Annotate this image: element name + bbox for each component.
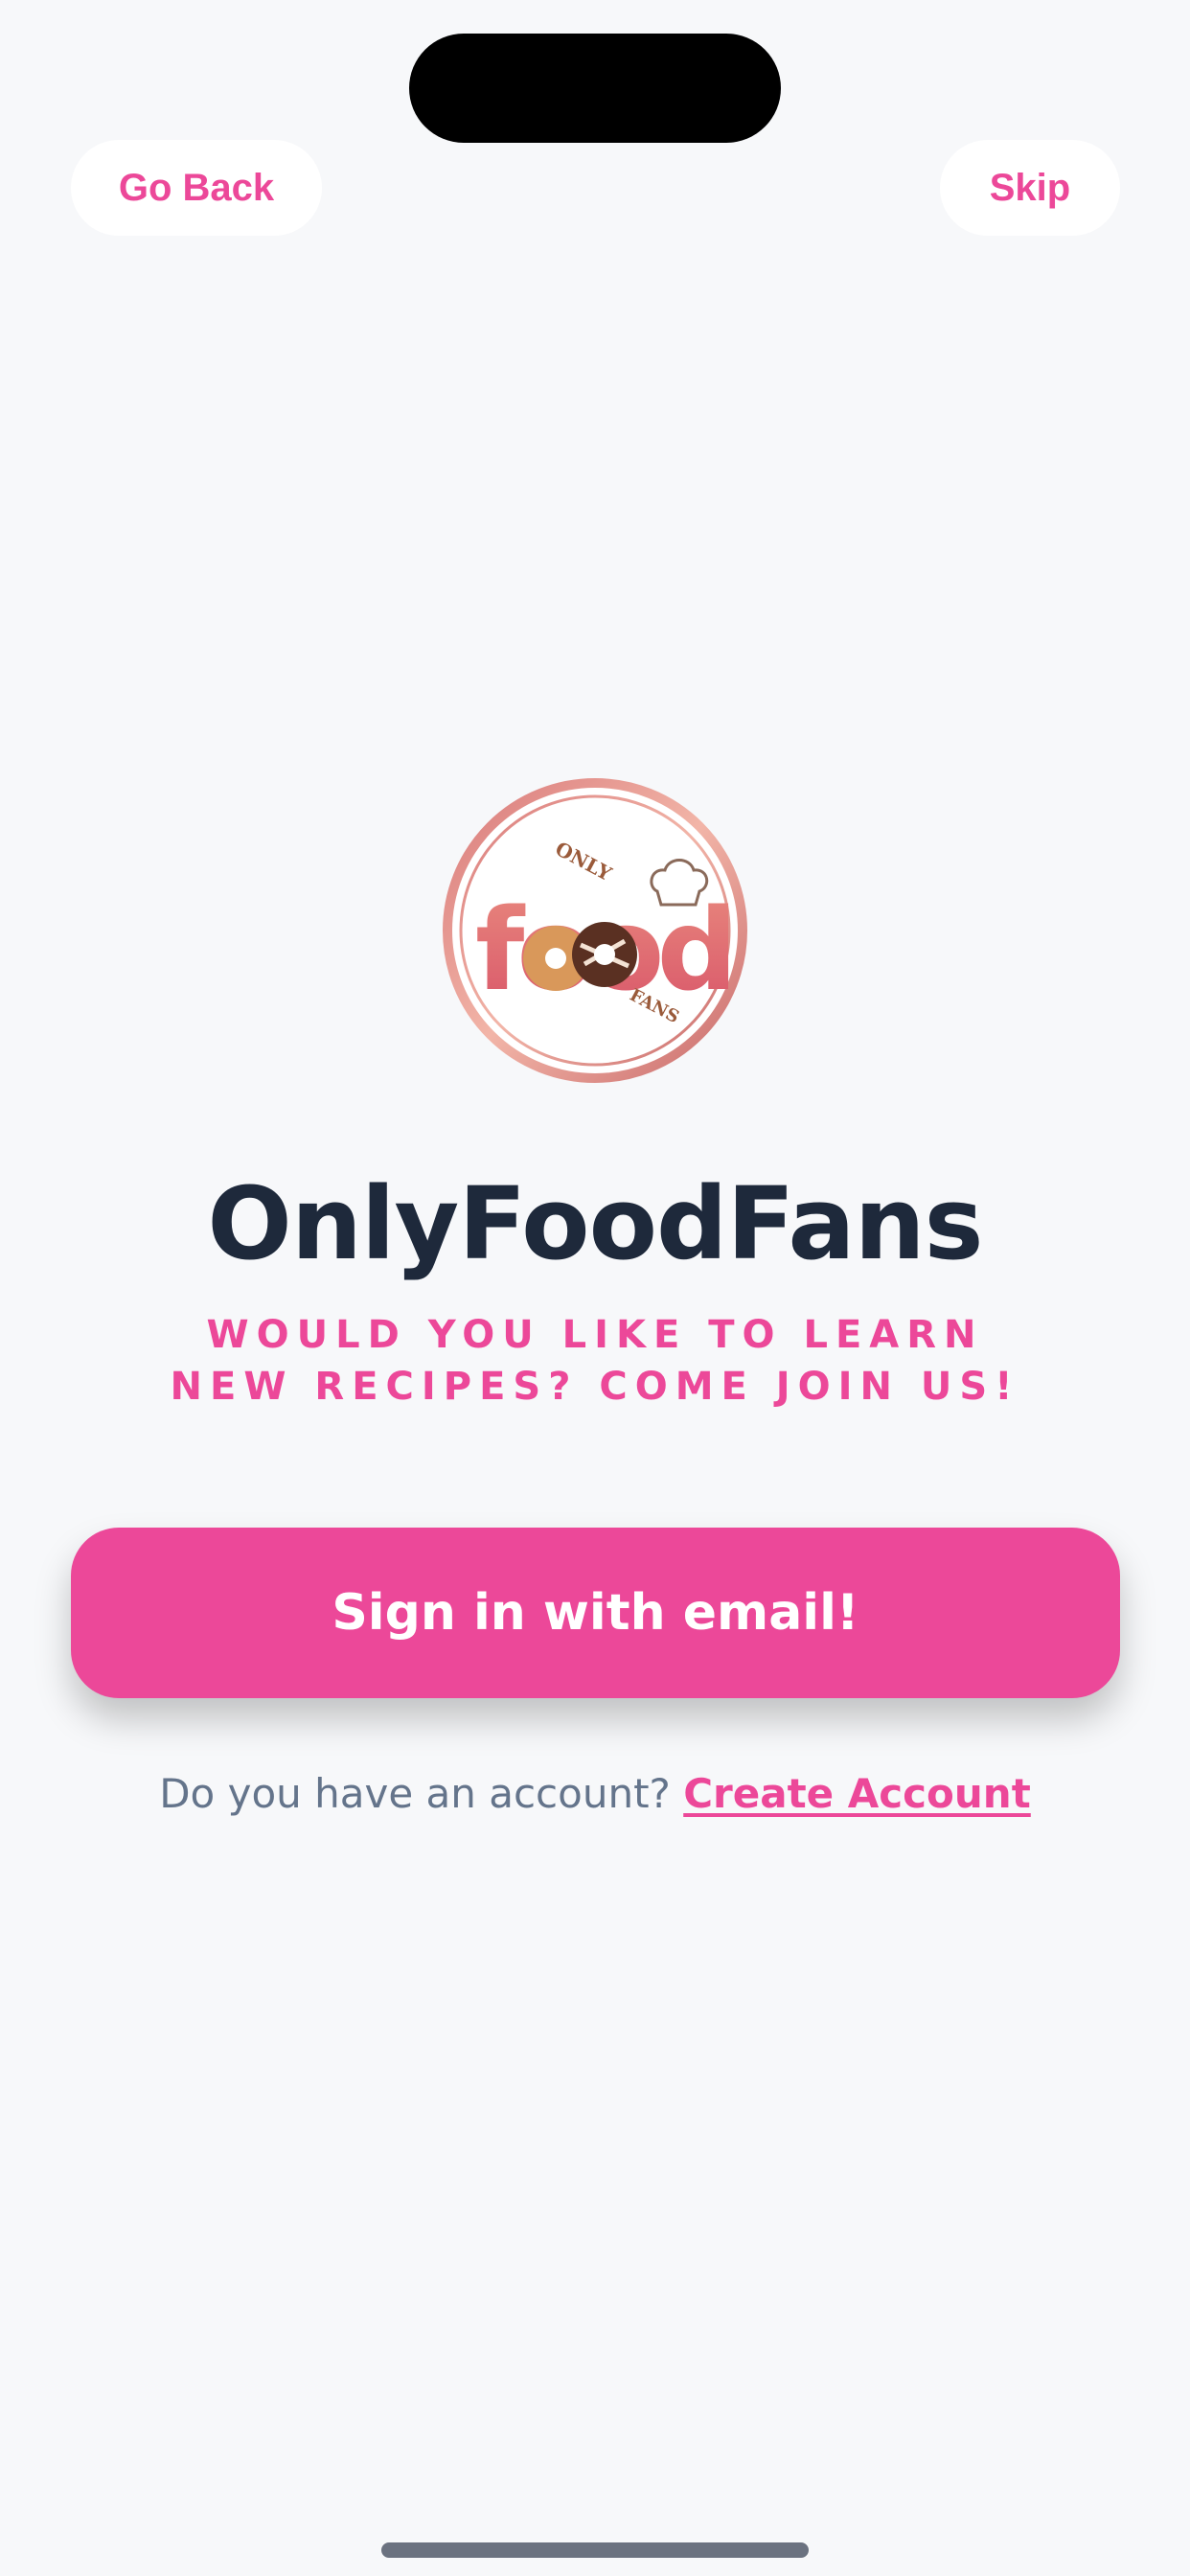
account-prompt-row: Do you have an account? Create Account: [0, 1765, 1190, 1823]
app-tagline: WOULD YOU LIKE TO LEARN NEW RECIPES? COM…: [170, 1313, 1020, 1409]
home-indicator[interactable]: [381, 2542, 809, 2558]
food-fans-logo-icon: ONLY food FANS: [443, 778, 747, 1083]
skip-button[interactable]: Skip: [940, 140, 1120, 236]
dynamic-island: [409, 34, 781, 143]
sign-in-email-button[interactable]: Sign in with email!: [71, 1528, 1120, 1698]
go-back-button[interactable]: Go Back: [71, 140, 322, 236]
app-title: OnlyFoodFans: [207, 1165, 983, 1282]
app-logo: ONLY food FANS: [441, 776, 749, 1085]
account-prompt-text: Do you have an account?: [159, 1770, 671, 1817]
create-account-link[interactable]: Create Account: [683, 1770, 1031, 1817]
